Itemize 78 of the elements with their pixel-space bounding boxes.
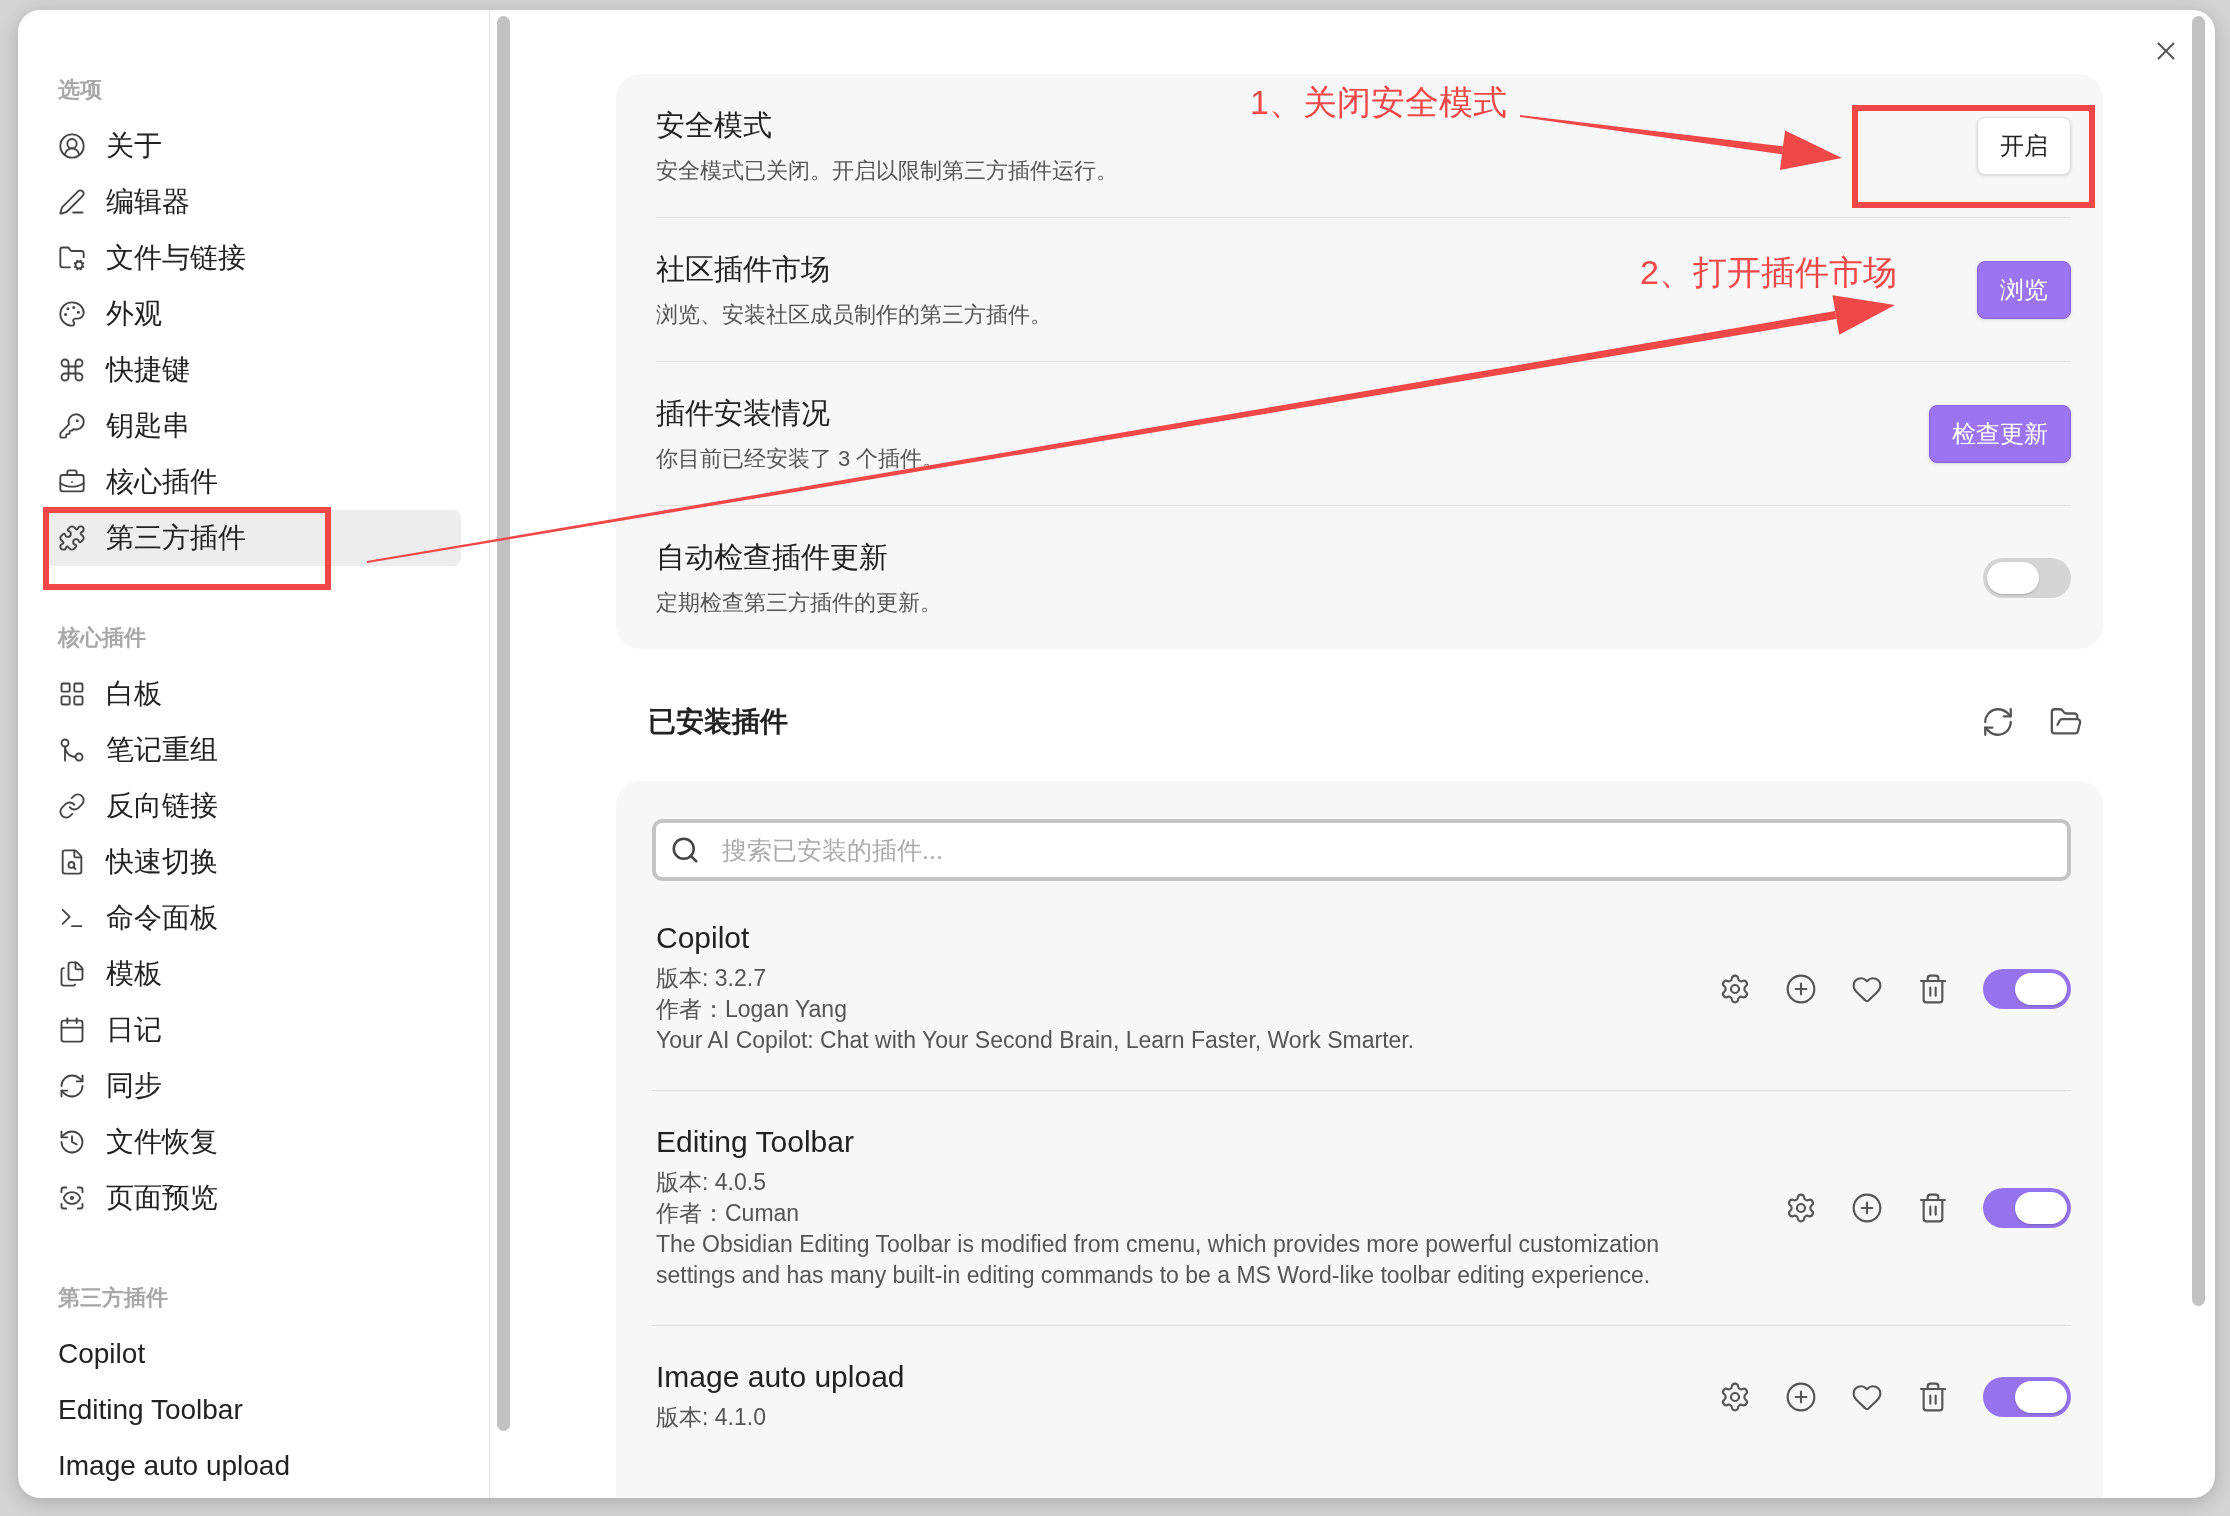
plugin-info: 作者：Cuman	[656, 1199, 801, 1228]
settings-icon[interactable]	[1719, 972, 1751, 1005]
search-field[interactable]: 搜索已安装的插件...	[652, 819, 2071, 881]
section-heading: 已安装插件	[648, 705, 788, 739]
sidebar-item[interactable]: 文件与链接	[46, 230, 461, 286]
annotation-text: 2、打开插件市场	[1640, 252, 1897, 293]
section-heading: 核心插件	[56, 624, 147, 652]
setting-title: 社区插件市场	[656, 251, 831, 287]
nav-icon	[58, 188, 86, 216]
toggle-switch[interactable]	[1983, 1376, 2071, 1417]
plugin-info: The Obsidian Editing Toolbar is modified from cmenu, which provides more powerful customization settings and has many built-in editing commands to be a MS Word-like toolbar editing experience.	[656, 1230, 1661, 1290]
nav-icon	[58, 960, 86, 988]
settings-icon[interactable]	[1785, 1192, 1817, 1224]
nav-icon	[58, 1072, 86, 1100]
section-heading: 选项	[57, 76, 103, 104]
reload-icon[interactable]	[1981, 705, 2015, 739]
nav-icon	[58, 792, 86, 820]
setting-description: 安全模式已关闭。开启以限制第三方插件运行。	[656, 156, 1118, 185]
sidebar-item[interactable]: 白板	[46, 666, 461, 722]
nav-icon	[58, 1016, 86, 1044]
nav-icon	[58, 132, 86, 160]
setting-title: 安全模式	[656, 107, 773, 143]
plus-icon[interactable]	[1851, 1192, 1883, 1224]
trash-icon[interactable]	[1917, 1380, 1949, 1413]
nav-icon	[58, 244, 86, 272]
sidebar-item[interactable]: 快速切换	[46, 834, 461, 890]
plugin-info: Your AI Copilot: Chat with Your Second Brain, Learn Faster, Work Smarter.	[656, 1026, 1415, 1055]
search-icon	[670, 835, 700, 865]
settings-icon[interactable]	[1719, 1380, 1751, 1413]
setting-description: 浏览、安装社区成员制作的第三方插件。	[656, 300, 1052, 329]
toggle-switch[interactable]	[1983, 968, 2071, 1009]
sidebar-item[interactable]: Image auto upload	[46, 1438, 461, 1494]
annotation-text: 1、关闭安全模式	[1250, 82, 1507, 123]
sidebar-item[interactable]: 快捷键	[46, 342, 461, 398]
nav-icon	[58, 412, 86, 440]
sidebar-item[interactable]: Copilot	[46, 1326, 461, 1382]
setting-description: 定期检查第三方插件的更新。	[656, 588, 942, 617]
sidebar-item[interactable]: 命令面板	[46, 890, 461, 946]
sidebar-item[interactable]: 页面预览	[46, 1170, 461, 1226]
scrollbar[interactable]	[496, 16, 510, 1431]
sidebar-item[interactable]: 同步	[46, 1058, 461, 1114]
nav-icon	[58, 356, 86, 384]
scrollbar[interactable]	[2191, 16, 2205, 1306]
plugin-info: 作者：Logan Yang	[656, 995, 848, 1024]
toggle-switch[interactable]	[1983, 1188, 2071, 1228]
setting-title: 插件安装情况	[656, 395, 831, 431]
sidebar-item[interactable]: 日记	[46, 1002, 461, 1058]
nav-icon	[58, 736, 86, 764]
plus-icon[interactable]	[1785, 972, 1817, 1005]
sidebar-item[interactable]: 核心插件	[46, 454, 461, 510]
plugin-name: Editing Toolbar	[656, 1125, 855, 1159]
plugin-name: Image auto upload	[656, 1360, 905, 1394]
sidebar-item[interactable]: 反向链接	[46, 778, 461, 834]
sidebar-item[interactable]: 关于	[46, 118, 461, 174]
nav-icon	[58, 1128, 86, 1156]
plugin-name: Copilot	[656, 921, 751, 955]
section-heading: 第三方插件	[57, 1284, 169, 1312]
plus-icon[interactable]	[1785, 1380, 1817, 1413]
sidebar-item[interactable]: 外观	[46, 286, 461, 342]
toggle-switch[interactable]	[1983, 557, 2071, 598]
plugin-info: 版本: 4.0.5	[656, 1168, 767, 1197]
sidebar-item[interactable]: 钥匙串	[46, 398, 461, 454]
sidebar-item[interactable]: 文件恢复	[46, 1114, 461, 1170]
plugin-info: 版本: 3.2.7	[656, 964, 767, 993]
setting-button[interactable]: 开启	[1977, 116, 2071, 175]
sidebar-item[interactable]: 编辑器	[46, 174, 461, 230]
sidebar-item[interactable]: 模板	[46, 946, 461, 1002]
trash-icon[interactable]	[1917, 972, 1949, 1005]
nav-icon	[58, 680, 86, 708]
sidebar-item[interactable]: 第三方插件	[46, 510, 461, 566]
sidebar-item[interactable]: Editing Toolbar	[46, 1382, 461, 1438]
sidebar-item[interactable]: 笔记重组	[46, 722, 461, 778]
nav-icon	[58, 1184, 86, 1212]
trash-icon[interactable]	[1917, 1192, 1949, 1224]
nav-icon	[58, 524, 86, 552]
setting-title: 自动检查插件更新	[656, 539, 889, 575]
plugin-info: 版本: 4.1.0	[656, 1403, 767, 1432]
nav-icon	[58, 300, 86, 328]
